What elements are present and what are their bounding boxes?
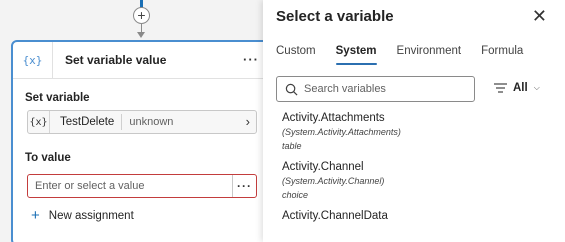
filter-label: All (513, 82, 528, 94)
variable-glyph-icon: {x} (28, 111, 50, 133)
set-variable-field[interactable]: {x} TestDelete unknown › (27, 110, 257, 134)
value-more-button[interactable]: ··· (232, 175, 256, 197)
new-assignment-label: New assignment (48, 209, 134, 222)
tab-system[interactable]: System (335, 43, 377, 65)
variable-item-type: choice (282, 190, 309, 200)
plus-icon: + (137, 7, 146, 23)
search-icon (285, 83, 298, 95)
variable-item-type: table (282, 141, 302, 151)
to-value-label: To value (25, 152, 71, 164)
list-item[interactable]: Activity.ChannelData (282, 210, 401, 222)
variable-item-name: Activity.ChannelData (282, 210, 388, 222)
value-input[interactable]: Enter or select a value ··· (27, 174, 257, 198)
variable-type: unknown (129, 116, 174, 128)
variable-tabs: Custom System Environment Formula (276, 43, 543, 65)
node-header: {x} Set variable value (13, 42, 273, 79)
chevron-right-icon[interactable]: › (246, 114, 250, 129)
variable-name: TestDelete (60, 116, 115, 128)
variable-separator (121, 114, 123, 130)
tab-environment[interactable]: Environment (397, 43, 462, 65)
panel-title: Select a variable (276, 8, 394, 25)
chevron-down-icon: ⌵ (533, 83, 540, 92)
connector-arrow-icon (137, 32, 145, 38)
select-variable-panel: Select a variable ✕ Custom System Enviro… (263, 0, 565, 242)
list-item[interactable]: Activity.Attachments (System.Activity.At… (282, 112, 401, 151)
plus-icon: + (31, 207, 40, 224)
set-variable-node[interactable]: {x} Set variable value ··· Set variable … (11, 40, 275, 242)
variable-item-name: Activity.Attachments (282, 112, 385, 124)
node-more-button[interactable]: ··· (243, 52, 259, 67)
variable-item-path: (System.Activity.Channel) (282, 176, 385, 186)
variable-item-name: Activity.Channel (282, 161, 364, 173)
variable-icon: {x} (13, 42, 53, 78)
filter-dropdown[interactable]: All ⌵ (494, 82, 540, 94)
node-title: Set variable value (65, 53, 167, 67)
variable-list: Activity.Attachments (System.Activity.At… (282, 112, 401, 232)
search-placeholder: Search variables (304, 83, 386, 95)
filter-icon (494, 83, 507, 93)
close-icon[interactable]: ✕ (532, 6, 547, 27)
new-assignment-button[interactable]: + New assignment (31, 208, 134, 223)
variable-item-path: (System.Activity.Attachments) (282, 127, 401, 137)
value-placeholder: Enter or select a value (35, 180, 145, 192)
tab-custom[interactable]: Custom (276, 43, 316, 65)
list-item[interactable]: Activity.Channel (System.Activity.Channe… (282, 161, 401, 200)
set-variable-label: Set variable (25, 92, 90, 104)
search-input[interactable]: Search variables (276, 76, 475, 102)
authoring-canvas: + {x} Set variable value ··· Set variabl… (0, 0, 275, 242)
tab-formula[interactable]: Formula (481, 43, 523, 65)
add-node-button[interactable]: + (133, 7, 150, 24)
